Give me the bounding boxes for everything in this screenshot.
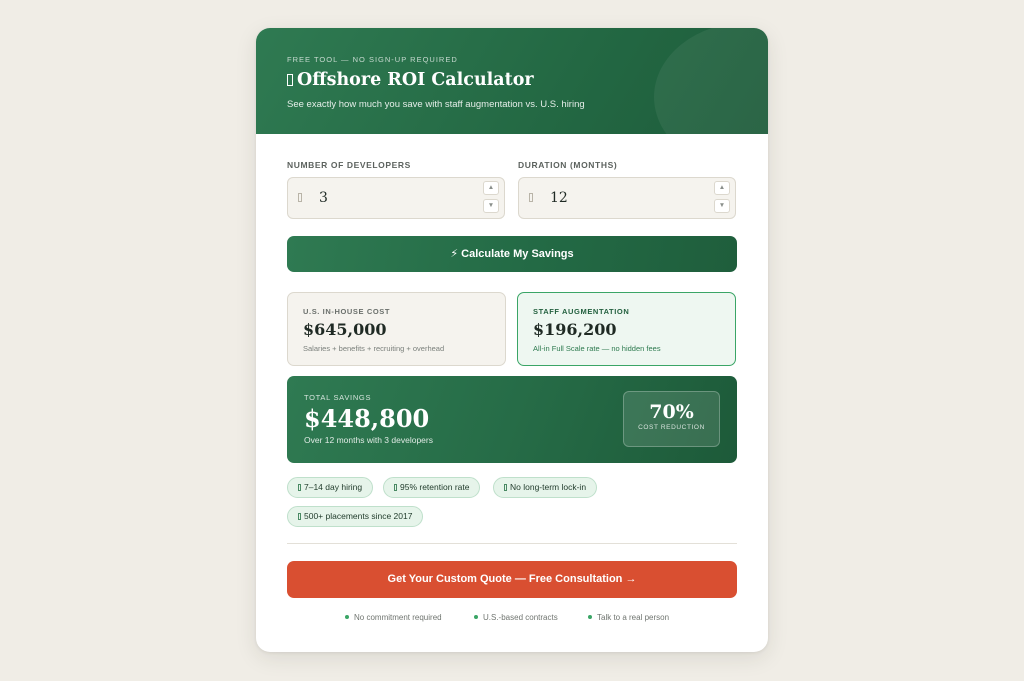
total-savings-panel: TOTAL SAVINGS $448,800 Over 12 months wi… <box>287 376 737 463</box>
trust-item: U.S.-based contracts <box>474 613 558 622</box>
benefit-pill: 7–14 day hiring <box>287 477 374 498</box>
developers-increment-button[interactable]: ▲ <box>483 181 499 195</box>
page-title: Offshore ROI Calculator <box>287 70 534 90</box>
us-cost-label: U.S. IN-HOUSE COST <box>303 307 391 316</box>
developers-stepper[interactable]: 3 ▲ ▼ <box>287 177 505 219</box>
bullet-dot-icon <box>474 615 478 619</box>
check-icon <box>394 484 397 491</box>
staff-cost-note: All-in Full Scale rate — no hidden fees <box>533 344 661 353</box>
benefit-pill-label: 7–14 day hiring <box>304 482 363 492</box>
check-icon <box>504 484 507 491</box>
staff-augmentation-card: STAFF AUGMENTATION $196,200 All-in Full … <box>517 292 736 366</box>
trust-item: Talk to a real person <box>588 613 669 622</box>
calculator-header: FREE TOOL — NO SIGN-UP REQUIRED Offshore… <box>256 28 768 134</box>
page-title-text: Offshore ROI Calculator <box>297 70 534 90</box>
trust-item-label: Talk to a real person <box>597 613 670 622</box>
us-cost-amount: $645,000 <box>303 320 387 339</box>
header-eyebrow: FREE TOOL — NO SIGN-UP REQUIRED <box>287 55 458 64</box>
calculate-savings-button[interactable]: ⚡ Calculate My Savings <box>287 236 737 272</box>
developers-value[interactable]: 3 <box>319 190 328 206</box>
calendar-icon <box>529 193 533 202</box>
divider <box>287 543 737 544</box>
benefit-pill-label: 95% retention rate <box>400 482 470 492</box>
duration-increment-button[interactable]: ▲ <box>714 181 730 195</box>
savings-label: TOTAL SAVINGS <box>304 393 372 402</box>
check-icon <box>298 484 301 491</box>
benefit-pill: 95% retention rate <box>383 477 481 498</box>
benefit-pill-label: No long-term lock-in <box>510 482 587 492</box>
duration-decrement-button[interactable]: ▼ <box>714 199 730 213</box>
bullet-dot-icon <box>588 615 592 619</box>
check-icon <box>298 513 301 520</box>
bullet-dot-icon <box>345 615 349 619</box>
calculator-icon <box>287 74 293 86</box>
header-subtitle: See exactly how much you save with staff… <box>287 99 585 110</box>
cost-reduction-badge: 70% COST REDUCTION <box>623 391 720 447</box>
benefit-pill-label: 500+ placements since 2017 <box>304 511 413 521</box>
roi-calculator-card: FREE TOOL — NO SIGN-UP REQUIRED Offshore… <box>256 28 768 652</box>
cost-reduction-label: COST REDUCTION <box>638 424 705 431</box>
developers-icon <box>298 193 302 202</box>
trust-item: No commitment required <box>345 613 442 622</box>
duration-value[interactable]: 12 <box>550 190 568 206</box>
benefit-pill: No long-term lock-in <box>493 477 598 498</box>
developers-decrement-button[interactable]: ▼ <box>483 199 499 213</box>
savings-note: Over 12 months with 3 developers <box>304 435 433 445</box>
benefit-pill: 500+ placements since 2017 <box>287 506 424 527</box>
trust-item-label: No commitment required <box>354 613 442 622</box>
us-cost-note: Salaries + benefits + recruiting + overh… <box>303 344 445 353</box>
trust-item-label: U.S.-based contracts <box>483 613 558 622</box>
get-quote-button[interactable]: Get Your Custom Quote — Free Consultatio… <box>287 561 737 598</box>
developers-label: NUMBER OF DEVELOPERS <box>287 160 411 170</box>
us-cost-card: U.S. IN-HOUSE COST $645,000 Salaries + b… <box>287 292 506 366</box>
staff-cost-amount: $196,200 <box>533 320 617 339</box>
duration-label: DURATION (MONTHS) <box>518 160 618 170</box>
cost-reduction-percent: 70% <box>649 401 694 423</box>
header-decoration <box>654 28 768 134</box>
staff-cost-label: STAFF AUGMENTATION <box>533 307 630 316</box>
savings-amount: $448,800 <box>304 404 430 433</box>
duration-stepper[interactable]: 12 ▲ ▼ <box>518 177 736 219</box>
